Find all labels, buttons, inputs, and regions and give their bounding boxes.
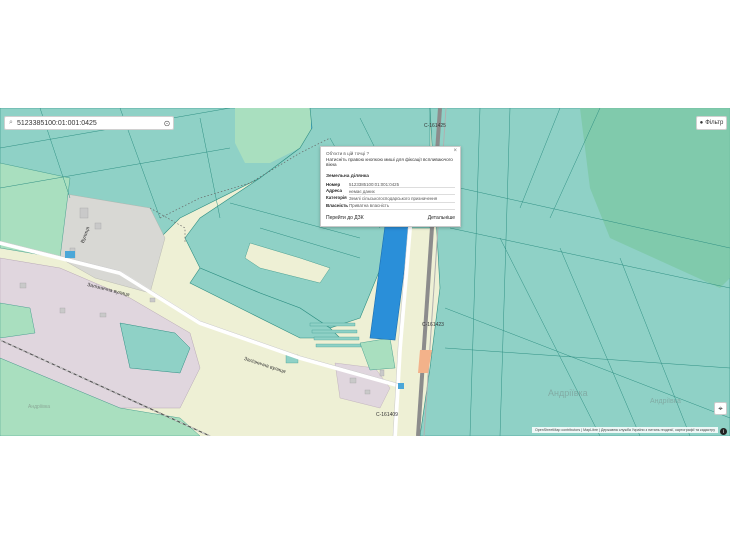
goto-dzk-link[interactable]: Перейти до ДЗК (326, 215, 364, 221)
popup-hint: Натисніть правою кнопкою миші для фіксац… (326, 157, 453, 167)
field-key: Номер (326, 181, 341, 187)
popup-question: Об'єкти в цій точці ? (326, 151, 370, 156)
field-key: Категорія (326, 195, 347, 201)
field-value: немає даних (349, 187, 455, 196)
field-key: Власність (326, 202, 349, 208)
table-row: Власність Приватна власність (326, 202, 455, 210)
table-row: Номер 5123385100:01:001:0425 (326, 181, 455, 189)
road-label-c161425: С-161425 (424, 123, 446, 129)
search-icon: ⌕ (9, 119, 13, 126)
place-label-faint-right: Андріївка (650, 398, 681, 405)
popup-actions: Перейти до ДЗК Детальніше (326, 215, 455, 221)
table-row: Адреса немає даних (326, 187, 455, 196)
map-attribution: OpenStreetMap contributors | MapLibre | … (532, 427, 718, 433)
parcel-info-table: Номер 5123385100:01:001:0425 Адреса нема… (326, 181, 455, 210)
place-label-faint-left: Андріївка (28, 404, 51, 410)
close-icon[interactable]: × (453, 148, 457, 154)
filter-icon: ● (699, 120, 704, 126)
search-input[interactable]: ⌕ 5123385100:01:001:0425 ⊙ (4, 116, 174, 130)
table-row: Категорія Землі сільськогосподарського п… (326, 194, 455, 203)
popup-section-title: Земельна ділянка (326, 174, 369, 179)
road-label-c161423: С-161423 (422, 322, 444, 328)
crosshair-icon: ⌖ (718, 403, 723, 413)
place-label-faint: Андріївка (548, 388, 588, 398)
road-label-c161409: С-161409 (376, 412, 398, 418)
details-link[interactable]: Детальніше (428, 215, 455, 221)
locate-target-icon[interactable]: ⊙ (161, 119, 173, 128)
parcel-popup: × Об'єкти в цій точці ? Натисніть правою… (320, 146, 461, 227)
field-key: Адреса (326, 188, 342, 194)
geolocate-button[interactable]: ⌖ (714, 402, 727, 415)
field-value: Приватна власність (349, 202, 455, 210)
info-icon[interactable]: i (720, 428, 727, 435)
field-value: 5123385100:01:001:0425 (349, 181, 455, 189)
filter-button[interactable]: ● Фільтр (696, 116, 727, 130)
filter-label: Фільтр (705, 120, 724, 126)
search-value: 5123385100:01:001:0425 (17, 119, 97, 127)
field-value: Землі сільськогосподарського призначення (349, 194, 455, 203)
